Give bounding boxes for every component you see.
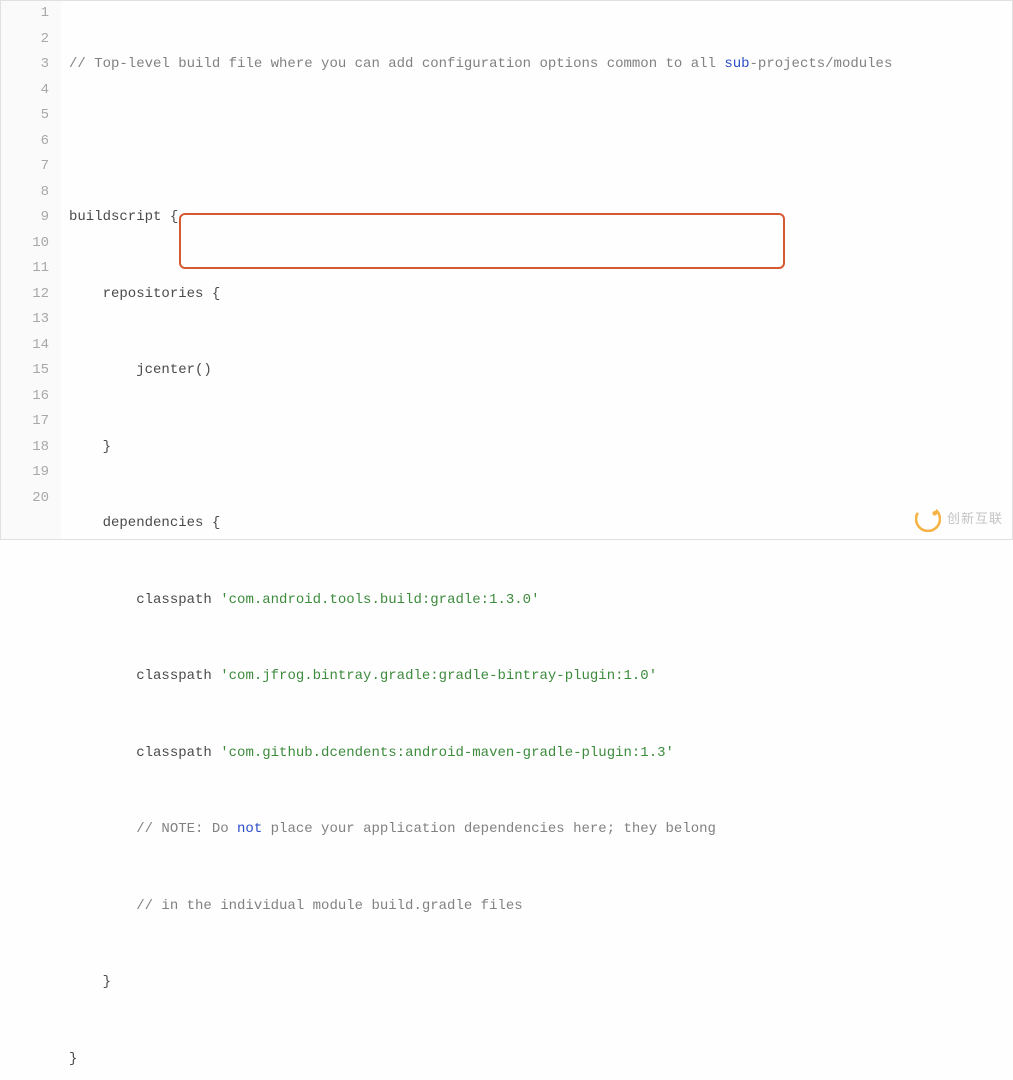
line-number: 12 bbox=[1, 282, 49, 308]
line-number: 10 bbox=[1, 231, 49, 257]
line-number: 15 bbox=[1, 358, 49, 384]
line-number: 8 bbox=[1, 180, 49, 206]
watermark: 创新互联 bbox=[915, 506, 1003, 532]
line-number: 14 bbox=[1, 333, 49, 359]
line-number: 20 bbox=[1, 486, 49, 512]
line-number: 1 bbox=[1, 1, 49, 27]
code-line: repositories { bbox=[69, 282, 1012, 308]
code-line: } bbox=[69, 970, 1012, 996]
line-number: 3 bbox=[1, 52, 49, 78]
code-line: classpath 'com.android.tools.build:gradl… bbox=[69, 588, 1012, 614]
code-line: // in the individual module build.gradle… bbox=[69, 894, 1012, 920]
line-number: 4 bbox=[1, 78, 49, 104]
code-line: } bbox=[69, 435, 1012, 461]
code-line: buildscript { bbox=[69, 205, 1012, 231]
code-line: // NOTE: Do not place your application d… bbox=[69, 817, 1012, 843]
line-number: 5 bbox=[1, 103, 49, 129]
line-number: 13 bbox=[1, 307, 49, 333]
line-number: 2 bbox=[1, 27, 49, 53]
watermark-logo-icon bbox=[915, 506, 941, 532]
code-line bbox=[69, 129, 1012, 155]
code-line: jcenter() bbox=[69, 358, 1012, 384]
line-number: 19 bbox=[1, 460, 49, 486]
code-editor: 1 2 3 4 5 6 7 8 9 10 11 12 13 14 15 16 1… bbox=[0, 0, 1013, 540]
line-number: 17 bbox=[1, 409, 49, 435]
code-line: classpath 'com.jfrog.bintray.gradle:grad… bbox=[69, 664, 1012, 690]
line-number: 11 bbox=[1, 256, 49, 282]
line-number: 18 bbox=[1, 435, 49, 461]
code-line: dependencies { bbox=[69, 511, 1012, 537]
line-number: 9 bbox=[1, 205, 49, 231]
code-line: classpath 'com.github.dcendents:android-… bbox=[69, 741, 1012, 767]
line-number: 7 bbox=[1, 154, 49, 180]
line-gutter: 1 2 3 4 5 6 7 8 9 10 11 12 13 14 15 16 1… bbox=[1, 1, 61, 539]
watermark-text: 创新互联 bbox=[947, 506, 1003, 532]
line-number: 16 bbox=[1, 384, 49, 410]
code-line: // Top-level build file where you can ad… bbox=[69, 52, 1012, 78]
code-area[interactable]: // Top-level build file where you can ad… bbox=[61, 1, 1012, 539]
line-number: 6 bbox=[1, 129, 49, 155]
code-line: } bbox=[69, 1047, 1012, 1073]
